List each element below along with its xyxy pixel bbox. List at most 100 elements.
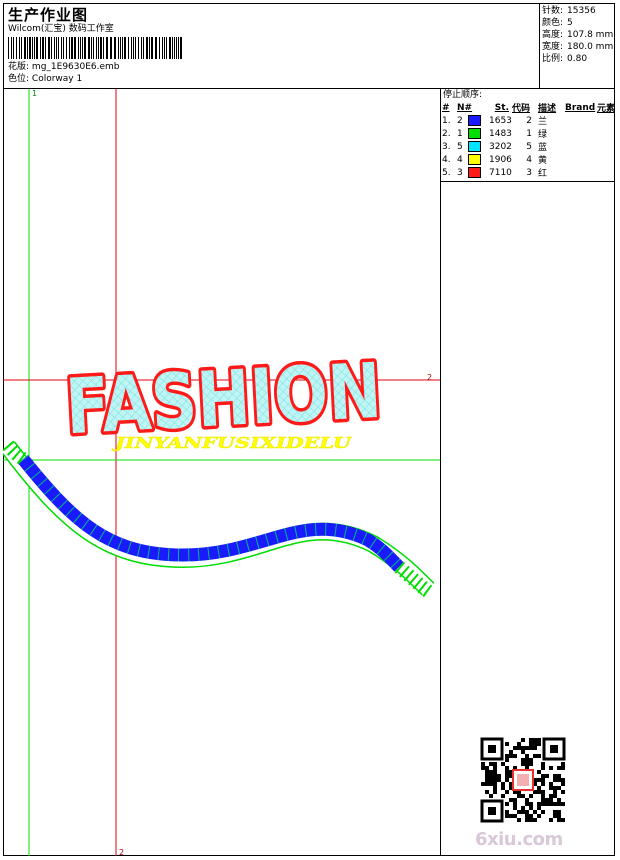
- barcode-bar: [19, 37, 20, 59]
- info-width: 宽度: 180.0 mm: [542, 42, 614, 52]
- barcode-bar: [74, 37, 76, 59]
- qr-module: [517, 794, 521, 798]
- barcode-bar: [149, 37, 150, 59]
- barcode-bar: [174, 37, 175, 59]
- qr-module: [541, 774, 545, 778]
- barcode-bar: [42, 37, 44, 59]
- barcode-bar: [8, 37, 9, 59]
- qr-module: [493, 762, 497, 766]
- qr-module: [553, 786, 557, 790]
- qr-module: [513, 798, 517, 802]
- qr-module: [505, 774, 509, 778]
- qr-module: [529, 746, 533, 750]
- qr-module: [549, 802, 553, 806]
- barcode-bar: [61, 37, 62, 59]
- qr-module: [521, 806, 525, 810]
- barcode-bar: [169, 37, 171, 59]
- barcode-bar: [21, 37, 22, 59]
- qr-module: [497, 778, 501, 782]
- qr-module: [513, 806, 517, 810]
- barcode-bar: [114, 37, 116, 59]
- barcode-bar: [32, 37, 33, 59]
- qr-module: [557, 802, 561, 806]
- color-swatch: [468, 115, 482, 126]
- barcode-bar: [155, 37, 157, 59]
- barcode-bar: [128, 37, 129, 59]
- qr-module: [541, 810, 545, 814]
- barcode-bar: [180, 37, 182, 59]
- qr-module: [537, 802, 541, 806]
- qr-module: [529, 742, 533, 746]
- qr-module: [533, 746, 537, 750]
- barcode-bar: [141, 37, 142, 59]
- barcode-bar: [29, 37, 31, 59]
- qr-module: [545, 798, 549, 802]
- colorway-row: 色位: Colorway 1: [8, 74, 82, 85]
- qr-module: [541, 782, 545, 786]
- qr-module: [521, 750, 525, 754]
- subtitle-text: JINYANFUSIXIDELU: [111, 434, 352, 452]
- qr-module: [489, 794, 493, 798]
- barcode-bar: [120, 37, 121, 59]
- qr-module: [485, 770, 489, 774]
- qr-module: [481, 762, 485, 766]
- qr-module: [545, 774, 549, 778]
- barcode-bar: [34, 37, 35, 59]
- info-stitches: 针数: 15356: [542, 6, 596, 16]
- qr-module: [549, 786, 553, 790]
- sequence-row-stop: 4: [457, 153, 489, 166]
- qr-module: [493, 782, 497, 786]
- qr-module: [489, 782, 493, 786]
- barcode-bar: [124, 37, 126, 59]
- sequence-divider: [440, 88, 441, 856]
- qr-module: [561, 778, 565, 782]
- sequence-row: 1. 2 1653 2 兰: [442, 115, 548, 127]
- qr-module: [517, 746, 521, 750]
- barcode-bar: [118, 37, 119, 59]
- qr-module: [493, 790, 497, 794]
- qr-module: [561, 818, 565, 822]
- colorway-label: 色位:: [8, 74, 30, 84]
- qr-module: [529, 806, 533, 810]
- barcode-bar: [36, 37, 38, 59]
- sequence-bottom: [440, 181, 615, 182]
- qr-module: [529, 762, 533, 766]
- barcode-bar: [71, 37, 73, 59]
- sequence-row: 3. 5 3202 5 蓝: [442, 141, 548, 153]
- barcode-bar: [82, 37, 83, 59]
- qr-module: [505, 754, 509, 758]
- barcode-bar: [48, 37, 50, 59]
- qr-module: [537, 778, 541, 782]
- qr-module: [509, 814, 513, 818]
- barcode-bar: [96, 37, 97, 59]
- qr-module: [553, 810, 557, 814]
- design-file: mg_1E9630E6.emb: [31, 62, 120, 72]
- design-file-row: 花版: mg_1E9630E6.emb: [8, 62, 120, 73]
- sequence-row-stop: 1: [457, 127, 489, 140]
- qr-module: [513, 746, 517, 750]
- barcode-bar: [84, 37, 86, 59]
- qr-module: [505, 790, 509, 794]
- qr-module: [529, 794, 533, 798]
- qr-module: [557, 786, 561, 790]
- color-swatch: [468, 141, 482, 152]
- info-colors: 颜色: 5: [542, 18, 573, 28]
- qr-module: [521, 758, 525, 762]
- barcode-bar: [106, 37, 108, 59]
- qr-module: [493, 778, 497, 782]
- color-swatch: [468, 154, 482, 165]
- design-canvas: 1 2 1 2 FASHION JINYANFUSIXIDELU: [3, 89, 440, 856]
- qr-module: [533, 818, 537, 822]
- qr-module: [549, 818, 553, 822]
- qr-module: [489, 770, 493, 774]
- qr-module: [545, 802, 549, 806]
- barcode-bar: [162, 37, 163, 59]
- barcode-bar: [151, 37, 153, 59]
- barcode-bar: [103, 37, 104, 59]
- qr-module: [517, 742, 521, 746]
- guide-marker-v2: 2: [119, 848, 124, 856]
- qr-module: [553, 774, 557, 778]
- qr-module: [513, 754, 517, 758]
- barcode-bar: [27, 37, 28, 59]
- watermark-text: 6xiu.com: [475, 829, 563, 850]
